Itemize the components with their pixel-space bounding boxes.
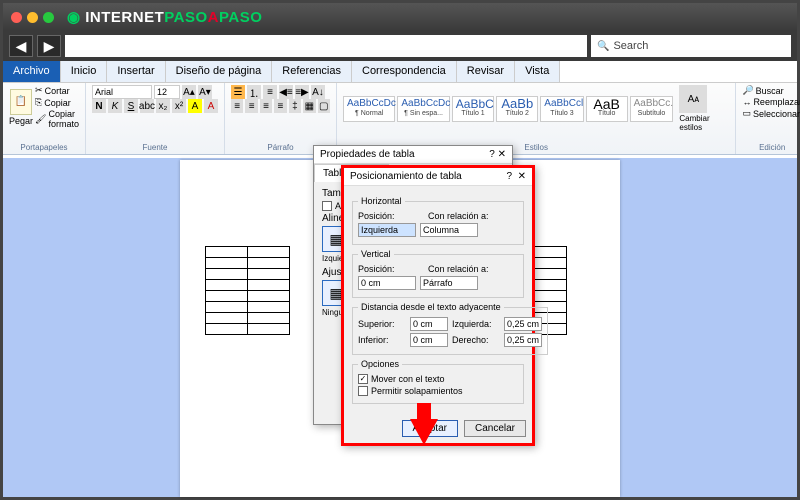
- align-left-icon[interactable]: ≡: [231, 99, 243, 113]
- tab-correspondencia[interactable]: Correspondencia: [352, 61, 457, 82]
- bold-icon[interactable]: N: [92, 99, 106, 113]
- tab-revisar[interactable]: Revisar: [457, 61, 515, 82]
- group-label: Fuente: [92, 141, 218, 152]
- multilevel-icon[interactable]: ≡: [263, 85, 277, 99]
- style-h3[interactable]: AaBbCclTítulo 3: [540, 96, 583, 122]
- table-positioning-dialog: Posicionamiento de tabla ? ✕ Horizontal …: [341, 165, 535, 446]
- document-table-left[interactable]: [205, 246, 290, 335]
- site-logo: ◉ INTERNETPASOAPASO: [67, 8, 262, 26]
- format-painter-button[interactable]: 🖌 Copiar formato: [35, 109, 79, 129]
- maximize-icon[interactable]: [43, 12, 54, 23]
- outdent-icon[interactable]: ◀≡: [279, 85, 293, 99]
- right-distance-input[interactable]: [504, 333, 542, 347]
- allow-overlap-checkbox[interactable]: [358, 386, 368, 396]
- back-button[interactable]: ◀: [9, 35, 33, 57]
- sort-icon[interactable]: A↓: [311, 85, 325, 99]
- shading-icon[interactable]: ▦: [303, 99, 315, 113]
- indent-icon[interactable]: ≡▶: [295, 85, 309, 99]
- dialog-title: Propiedades de tabla: [320, 149, 415, 160]
- close-icon[interactable]: [11, 12, 22, 23]
- subscript-icon[interactable]: x₂: [156, 99, 170, 113]
- window-titlebar: ◉ INTERNETPASOAPASO: [3, 3, 797, 31]
- h-relative-select[interactable]: [420, 223, 478, 237]
- bottom-distance-input[interactable]: [410, 333, 448, 347]
- style-normal[interactable]: AaBbCcDc¶ Normal: [343, 96, 395, 122]
- italic-icon[interactable]: K: [108, 99, 122, 113]
- strike-icon[interactable]: abc: [140, 99, 154, 113]
- shrink-font-icon[interactable]: A▾: [198, 85, 212, 99]
- help-icon[interactable]: ?: [489, 149, 495, 160]
- tab-diseno[interactable]: Diseño de página: [166, 61, 273, 82]
- style-h1[interactable]: AaBbCTítulo 1: [452, 96, 495, 122]
- style-h2[interactable]: AaBbTítulo 2: [496, 96, 538, 122]
- paste-button[interactable]: Pegar: [9, 116, 33, 126]
- search-input[interactable]: Search: [591, 35, 791, 57]
- underline-icon[interactable]: S: [124, 99, 138, 113]
- minimize-icon[interactable]: [27, 12, 38, 23]
- move-with-text-checkbox[interactable]: ✓: [358, 374, 368, 384]
- top-distance-input[interactable]: [410, 317, 448, 331]
- bullets-icon[interactable]: ☰: [231, 85, 245, 99]
- group-label: Edición: [742, 141, 800, 152]
- highlight-arrow-icon: [410, 419, 438, 445]
- h-position-input[interactable]: [358, 223, 416, 237]
- cut-button[interactable]: ✂ Cortar: [35, 85, 79, 96]
- change-styles-icon[interactable]: Aᴀ: [679, 85, 707, 113]
- spacing-icon[interactable]: ‡: [289, 99, 301, 113]
- highlight-icon[interactable]: A: [188, 99, 202, 113]
- ribbon-tabs: Archivo Inicio Insertar Diseño de página…: [3, 61, 797, 83]
- font-size-select[interactable]: 12: [154, 85, 180, 99]
- cancel-button[interactable]: Cancelar: [464, 420, 526, 437]
- dialog-title: Posicionamiento de tabla: [350, 171, 462, 182]
- tab-vista[interactable]: Vista: [515, 61, 560, 82]
- copy-button[interactable]: ⎘ Copiar: [35, 97, 79, 108]
- forward-button[interactable]: ▶: [37, 35, 61, 57]
- select-button[interactable]: ▭ Seleccionar: [742, 108, 800, 119]
- font-name-select[interactable]: Arial: [92, 85, 152, 99]
- font-color-icon[interactable]: A: [204, 99, 218, 113]
- style-title[interactable]: AaBTítulo: [586, 96, 628, 122]
- close-icon[interactable]: ✕: [498, 149, 506, 160]
- help-icon[interactable]: ?: [506, 171, 512, 182]
- tab-inicio[interactable]: Inicio: [61, 61, 108, 82]
- v-relative-select[interactable]: [420, 276, 478, 290]
- close-icon[interactable]: ✕: [518, 171, 526, 182]
- width-checkbox[interactable]: [322, 201, 332, 211]
- tab-insertar[interactable]: Insertar: [107, 61, 165, 82]
- replace-button[interactable]: ↔ Reemplazar: [742, 97, 800, 107]
- find-button[interactable]: 🔎 Buscar: [742, 85, 800, 96]
- style-no-spacing[interactable]: AaBbCcDc¶ Sin espa...: [397, 96, 449, 122]
- address-input[interactable]: [65, 35, 587, 57]
- borders-icon[interactable]: ▢: [318, 99, 330, 113]
- browser-urlbar: ◀ ▶ Search: [3, 31, 797, 61]
- group-label: Portapapeles: [9, 141, 79, 152]
- align-right-icon[interactable]: ≡: [260, 99, 272, 113]
- tab-referencias[interactable]: Referencias: [272, 61, 352, 82]
- justify-icon[interactable]: ≡: [274, 99, 286, 113]
- grow-font-icon[interactable]: A▴: [182, 85, 196, 99]
- v-position-input[interactable]: [358, 276, 416, 290]
- align-center-icon[interactable]: ≡: [245, 99, 257, 113]
- left-distance-input[interactable]: [504, 317, 542, 331]
- numbering-icon[interactable]: ⒈: [247, 85, 261, 99]
- superscript-icon[interactable]: x²: [172, 99, 186, 113]
- tab-archivo[interactable]: Archivo: [3, 61, 61, 82]
- style-subtitle[interactable]: AaBbCc.Subtítulo: [630, 96, 674, 122]
